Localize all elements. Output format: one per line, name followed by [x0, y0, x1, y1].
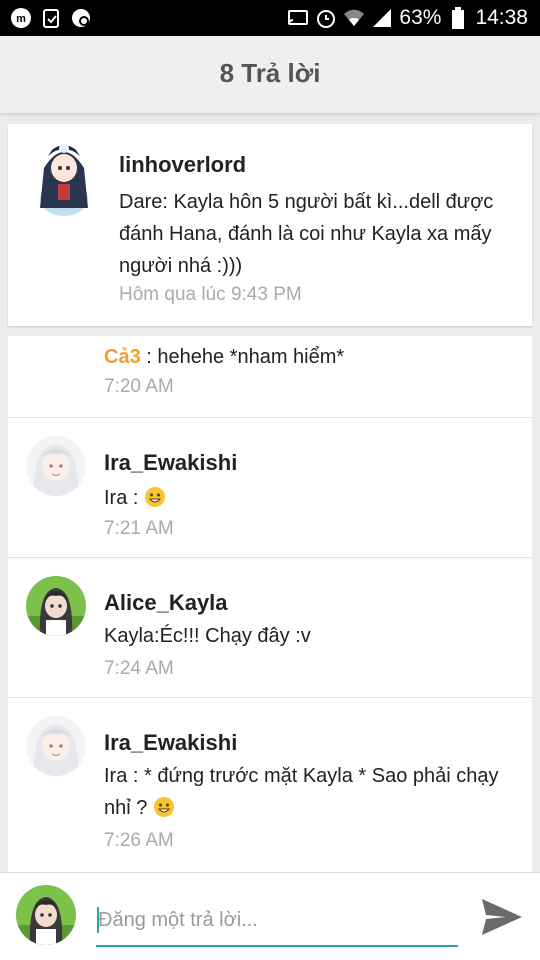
reply-name-tag: Cả3: [104, 346, 141, 368]
reply-input[interactable]: [96, 895, 458, 947]
reply-username[interactable]: Ira_Ewakishi: [104, 450, 237, 476]
reply-text: : hehehe *nham hiểm*: [140, 346, 345, 368]
reply-item: Ira_Ewakishi Ira : * đứng trước mặt Kayl…: [8, 698, 532, 872]
status-bar: m 63% 14:38: [0, 0, 540, 36]
svg-text:m: m: [16, 13, 26, 25]
reply-text-line: Cả3 : hehehe *nham hiểm*: [104, 346, 344, 369]
reply-timestamp: 7:26 AM: [104, 830, 174, 851]
post-text: Dare: Kayla hôn 5 người bất kì...dell đư…: [119, 191, 494, 277]
send-icon: [482, 899, 522, 935]
reply-composer: [0, 872, 540, 960]
reply-timestamp: 7:20 AM: [104, 376, 174, 397]
alarm-icon: [315, 7, 337, 29]
status-time: 14:38: [475, 6, 528, 29]
reply-text-line: Ira : * đứng trước mặt Kayla * Sao phải …: [104, 760, 524, 824]
clipboard-icon: [40, 7, 62, 29]
grin-emoji-icon: [145, 487, 166, 507]
reply-item: Cả3 : hehehe *nham hiểm* 7:20 AM: [8, 336, 532, 418]
status-left-icons: m: [10, 7, 92, 29]
avatar[interactable]: [26, 576, 86, 636]
grin-emoji-icon: [153, 797, 174, 817]
reply-timestamp: 7:24 AM: [104, 658, 174, 679]
text-caret: [97, 907, 99, 933]
battery-icon: [447, 7, 469, 29]
replies-list[interactable]: Cả3 : hehehe *nham hiểm* 7:20 AM Ira_Ewa…: [8, 336, 532, 872]
main-post-card: linhoverlord Dare: Kayla hôn 5 người bất…: [8, 124, 532, 326]
reply-username[interactable]: Ira_Ewakishi: [104, 730, 237, 756]
post-timestamp: Hôm qua lúc 9:43 PM: [119, 284, 302, 305]
avatar[interactable]: [30, 138, 98, 218]
cast-icon: [287, 7, 309, 29]
messenger-icon: m: [10, 7, 32, 29]
avatar[interactable]: [26, 716, 86, 776]
reply-item: Ira_Ewakishi Ira : 7:21 AM: [8, 418, 532, 558]
battery-percent: 63%: [399, 6, 442, 29]
reply-text: Kayla:Éc!!! Chạy đây :v: [104, 625, 311, 647]
send-button[interactable]: [480, 897, 524, 937]
signal-icon: [371, 7, 393, 29]
reply-timestamp: 7:21 AM: [104, 518, 174, 539]
pin-icon: [70, 7, 92, 29]
avatar[interactable]: [26, 436, 86, 496]
page-title: 8 Trả lời: [219, 58, 321, 88]
header: 8 Trả lời: [0, 36, 540, 114]
reply-text-line: Ira :: [104, 486, 166, 510]
reply-username[interactable]: Alice_Kayla: [104, 590, 228, 616]
post-username[interactable]: linhoverlord: [119, 152, 246, 178]
reply-text: Ira :: [104, 487, 145, 509]
avatar[interactable]: [16, 885, 76, 945]
status-right-icons: 63% 14:38: [287, 4, 528, 32]
reply-item: Alice_Kayla Kayla:Éc!!! Chạy đây :v 7:24…: [8, 558, 532, 698]
wifi-icon: [343, 7, 365, 29]
